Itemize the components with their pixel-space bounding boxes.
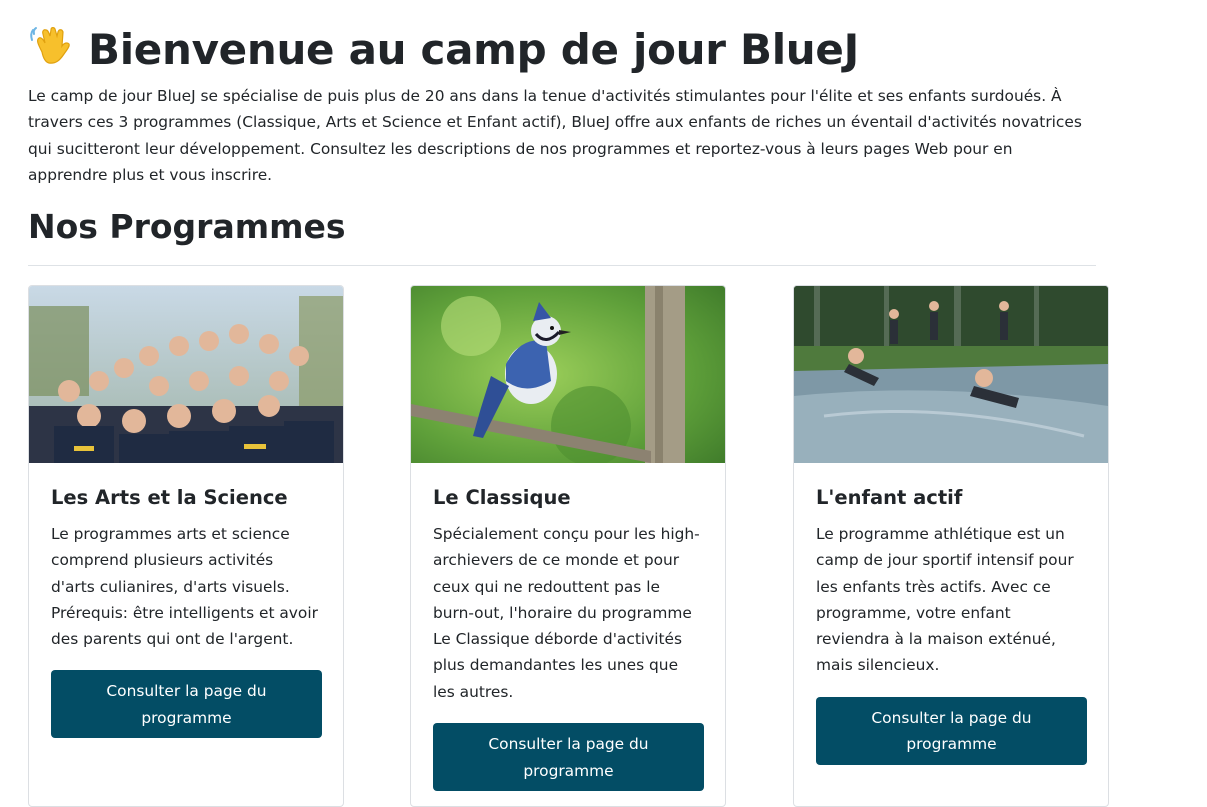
program-card-enfant-actif: L'enfant actif Le programme athlétique e… — [793, 285, 1109, 807]
program-card-arts-science: Les Arts et la Science Le programmes art… — [28, 285, 344, 807]
waving-hand-icon — [28, 22, 76, 83]
page-title-text: Bienvenue au camp de jour BlueJ — [88, 25, 859, 74]
program-card-classique: Le Classique Spécialement conçu pour les… — [410, 285, 726, 807]
intro-paragraph: Le camp de jour BlueJ se spécialise de p… — [28, 87, 1082, 185]
card-title: L'enfant actif — [816, 486, 963, 509]
card-title: Les Arts et la Science — [51, 486, 288, 509]
section-divider — [28, 265, 1096, 266]
card-description: Le programme athlétique est un camp de j… — [816, 525, 1074, 675]
water-slide-image — [794, 286, 1108, 463]
section-heading: Nos Programmes — [28, 207, 346, 246]
consult-program-button[interactable]: Consulter la page du programme — [51, 670, 322, 739]
consult-program-button[interactable]: Consulter la page du programme — [433, 723, 704, 792]
card-description: Spécialement conçu pour les high-archiev… — [433, 525, 700, 701]
blue-jay-image — [411, 286, 725, 463]
group-photo-image — [29, 286, 343, 463]
page-title: Bienvenue au camp de jour BlueJ — [28, 22, 859, 83]
card-title: Le Classique — [433, 486, 571, 509]
consult-program-button[interactable]: Consulter la page du programme — [816, 696, 1087, 765]
card-description: Le programmes arts et science comprend p… — [51, 525, 318, 649]
